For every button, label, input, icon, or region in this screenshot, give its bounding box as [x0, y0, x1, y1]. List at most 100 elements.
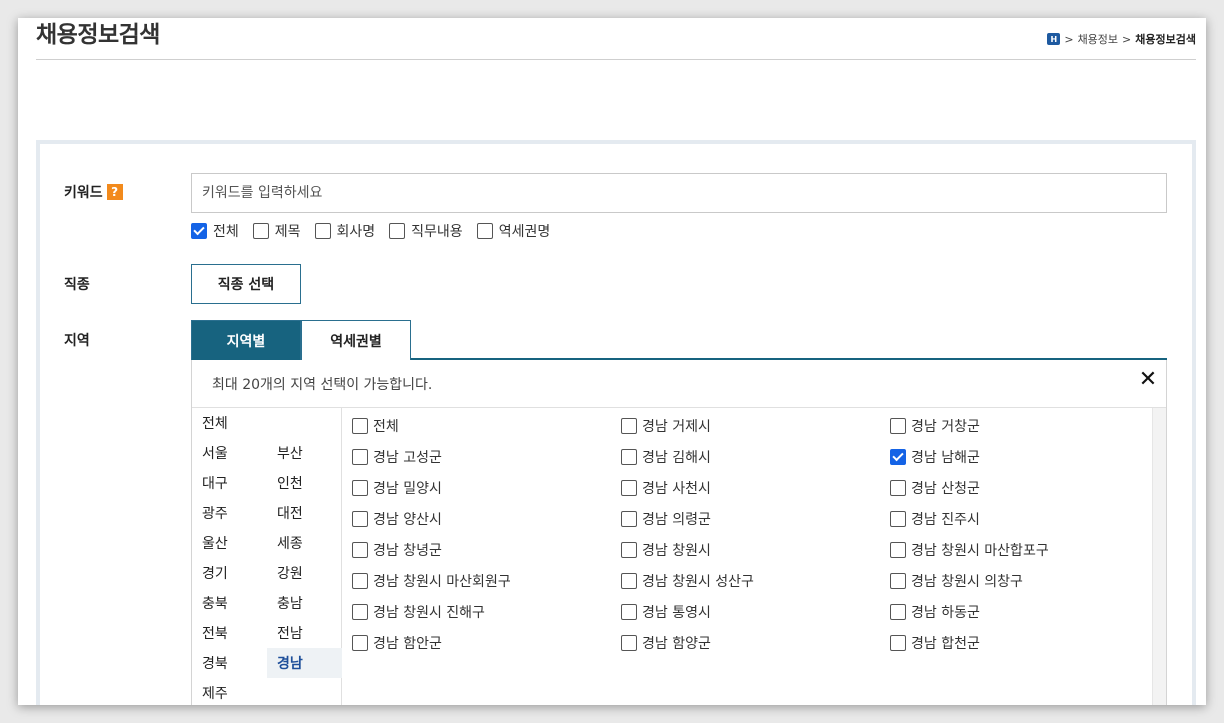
district-option[interactable]: 경남 함안군: [352, 633, 442, 653]
district-option[interactable]: 전체: [352, 416, 399, 436]
sido-item[interactable]: 울산: [192, 528, 267, 558]
district-option-label: 경남 창원시 성산구: [642, 574, 754, 590]
job-select-button[interactable]: 직종 선택: [191, 264, 301, 304]
district-option[interactable]: 경남 창원시 마산회원구: [352, 571, 511, 591]
district-option[interactable]: 경남 합천군: [890, 633, 980, 653]
sido-item[interactable]: 대전: [267, 498, 342, 528]
district-option-label: 경남 사천시: [642, 481, 711, 497]
district-option[interactable]: 경남 거제시: [621, 416, 711, 436]
district-option[interactable]: 경남 거창군: [890, 416, 980, 436]
checkbox[interactable]: [621, 511, 637, 527]
sido-item[interactable]: 전북: [192, 618, 267, 648]
keyword-scope-option[interactable]: 제목: [252, 221, 301, 241]
checkbox[interactable]: [252, 223, 269, 239]
district-option[interactable]: 경남 남해군: [890, 447, 980, 467]
checkbox[interactable]: [476, 223, 493, 239]
region-tab[interactable]: 역세권별: [301, 320, 411, 360]
close-icon[interactable]: ✕: [1138, 369, 1158, 391]
sido-item[interactable]: 전남: [267, 618, 342, 648]
sido-item[interactable]: 대구: [192, 468, 267, 498]
keyword-label-text: 키워드: [64, 185, 103, 201]
checkbox-checked[interactable]: [890, 449, 906, 465]
checkbox-checked[interactable]: [191, 223, 207, 239]
breadcrumb-separator: >: [1064, 32, 1074, 46]
district-option[interactable]: 경남 함양군: [621, 633, 711, 653]
keyword-scope-option[interactable]: 회사명: [314, 221, 375, 241]
home-icon[interactable]: H: [1047, 33, 1061, 45]
checkbox[interactable]: [352, 573, 368, 589]
checkbox[interactable]: [352, 604, 368, 620]
keyword-scope-option[interactable]: 직무내용: [389, 221, 463, 241]
breadcrumb: H > 채용정보 > 채용정보검색: [1047, 31, 1196, 47]
checkbox[interactable]: [890, 480, 906, 496]
checkbox[interactable]: [621, 449, 637, 465]
district-option[interactable]: 경남 창원시: [621, 540, 711, 560]
sido-item[interactable]: 경북: [192, 648, 267, 678]
district-option[interactable]: 경남 창원시 진해구: [352, 602, 485, 622]
district-option[interactable]: 경남 통영시: [621, 602, 711, 622]
checkbox[interactable]: [352, 635, 368, 651]
checkbox[interactable]: [621, 604, 637, 620]
checkbox[interactable]: [314, 223, 331, 239]
checkbox[interactable]: [890, 604, 906, 620]
help-icon[interactable]: ?: [106, 184, 123, 200]
checkbox[interactable]: [352, 480, 368, 496]
sido-item[interactable]: 세종: [267, 528, 342, 558]
checkbox[interactable]: [621, 418, 637, 434]
checkbox[interactable]: [621, 480, 637, 496]
sido-item[interactable]: 인천: [267, 468, 342, 498]
keyword-label: 키워드 ?: [64, 182, 123, 202]
district-option[interactable]: 경남 진주시: [890, 509, 980, 529]
checkbox[interactable]: [621, 573, 637, 589]
region-tab[interactable]: 지역별: [191, 320, 301, 360]
district-option-label: 경남 거창군: [911, 419, 980, 435]
checkbox[interactable]: [352, 449, 368, 465]
district-scrollbar[interactable]: [1152, 408, 1166, 705]
district-option[interactable]: 경남 하동군: [890, 602, 980, 622]
keyword-input[interactable]: [191, 173, 1167, 213]
sido-item[interactable]: 서울: [192, 438, 267, 468]
district-option-label: 경남 고성군: [373, 450, 442, 466]
district-option[interactable]: 경남 사천시: [621, 478, 711, 498]
sido-item[interactable]: 제주: [192, 678, 267, 705]
keyword-scope-option-label: 제목: [274, 224, 301, 240]
checkbox[interactable]: [890, 635, 906, 651]
page-title: 채용정보검색: [36, 22, 160, 48]
keyword-scope-option[interactable]: 역세권명: [476, 221, 550, 241]
checkbox[interactable]: [890, 542, 906, 558]
district-option[interactable]: 경남 김해시: [621, 447, 711, 467]
breadcrumb-item[interactable]: 채용정보: [1078, 31, 1118, 47]
checkbox[interactable]: [389, 223, 406, 239]
district-option[interactable]: 경남 밀양시: [352, 478, 442, 498]
region-panel-header: 최대 20개의 지역 선택이 가능합니다. ✕: [192, 360, 1166, 408]
district-option[interactable]: 경남 고성군: [352, 447, 442, 467]
district-option[interactable]: 경남 창원시 의창구: [890, 571, 1023, 591]
district-option[interactable]: 경남 양산시: [352, 509, 442, 529]
checkbox[interactable]: [621, 542, 637, 558]
checkbox[interactable]: [890, 418, 906, 434]
sido-item[interactable]: 경남: [267, 648, 342, 678]
checkbox[interactable]: [352, 542, 368, 558]
district-option[interactable]: 경남 창원시 성산구: [621, 571, 754, 591]
district-option-label: 경남 창원시: [642, 543, 711, 559]
checkbox[interactable]: [352, 511, 368, 527]
district-option[interactable]: 경남 산청군: [890, 478, 980, 498]
checkbox[interactable]: [890, 511, 906, 527]
checkbox[interactable]: [890, 573, 906, 589]
sido-item[interactable]: 충북: [192, 588, 267, 618]
district-option[interactable]: 경남 의령군: [621, 509, 711, 529]
sido-item[interactable]: 강원: [267, 558, 342, 588]
sido-item[interactable]: 부산: [267, 438, 342, 468]
sido-item[interactable]: 충남: [267, 588, 342, 618]
district-option-label: 경남 창원시 마산합포구: [911, 543, 1049, 559]
district-option[interactable]: 경남 창녕군: [352, 540, 442, 560]
district-option[interactable]: 경남 창원시 마산합포구: [890, 540, 1049, 560]
sido-item[interactable]: 전체: [192, 408, 267, 438]
checkbox[interactable]: [352, 418, 368, 434]
keyword-scope-option[interactable]: 전체: [191, 221, 239, 241]
region-tabs: 지역별 역세권별: [191, 320, 1167, 360]
checkbox[interactable]: [621, 635, 637, 651]
sido-item[interactable]: 경기: [192, 558, 267, 588]
sido-item[interactable]: 광주: [192, 498, 267, 528]
keyword-scope-option-label: 전체: [213, 224, 239, 240]
